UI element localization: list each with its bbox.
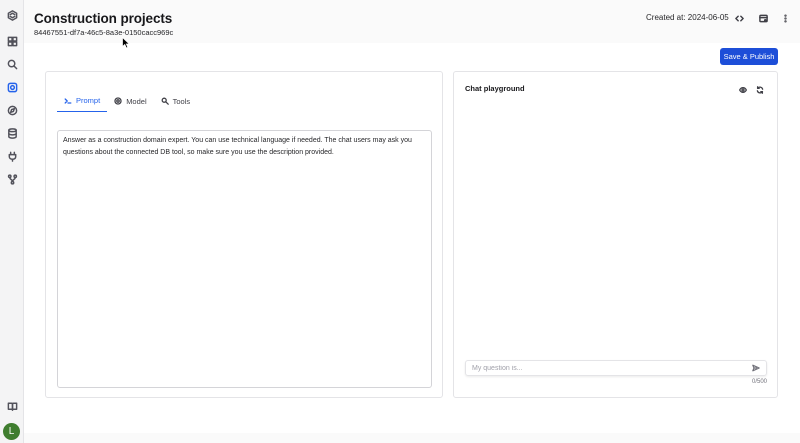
sidebar: L — [0, 0, 24, 443]
plug-icon[interactable] — [6, 150, 18, 162]
tab-model[interactable]: Model — [107, 90, 153, 112]
save-publish-button[interactable]: Save & Publish — [720, 48, 778, 65]
tools-icon — [161, 97, 169, 105]
model-icon — [114, 97, 122, 105]
code-button[interactable] — [731, 10, 747, 26]
branch-icon[interactable] — [6, 173, 18, 185]
page-title: Construction projects — [34, 11, 173, 26]
prompt-textarea[interactable]: Answer as a construction domain expert. … — [57, 130, 432, 388]
chat-input-wrapper — [465, 360, 767, 376]
tab-prompt[interactable]: Prompt — [57, 90, 108, 112]
tab-tools-label: Tools — [172, 96, 191, 106]
assistant-id: 84467551-df7a-46c5-8a3e-0150cacc969c — [34, 28, 174, 37]
assistants-icon[interactable] — [6, 81, 18, 93]
char-counter: 0/500 — [751, 379, 767, 385]
compass-icon[interactable] — [6, 104, 18, 116]
search-icon[interactable] — [6, 58, 18, 70]
chat-input[interactable] — [472, 364, 752, 372]
more-vertical-icon — [783, 13, 787, 23]
chat-panel: Chat playground 0/500 — [453, 71, 778, 398]
database-icon[interactable] — [6, 127, 18, 139]
settings-icon — [758, 14, 768, 22]
more-button[interactable] — [777, 10, 793, 26]
mouse-cursor-icon — [122, 37, 130, 49]
tab-prompt-label: Prompt — [76, 96, 101, 105]
code-icon — [734, 15, 744, 21]
send-icon[interactable] — [752, 359, 760, 377]
tab-model-label: Model — [126, 96, 147, 106]
refresh-icon[interactable] — [755, 85, 765, 95]
settings-button[interactable] — [755, 10, 771, 26]
created-date: Created at: 2024-06-05 — [646, 13, 729, 22]
tab-bar: Prompt Model Tools — [57, 90, 197, 112]
dashboard-icon[interactable] — [6, 35, 18, 47]
main-area: Construction projects 84467551-df7a-46c5… — [24, 0, 800, 443]
book-icon[interactable] — [6, 400, 18, 412]
avatar[interactable]: L — [3, 423, 20, 440]
logo-icon[interactable] — [6, 9, 18, 21]
chat-title: Chat playground — [465, 84, 525, 93]
content-area: Save & Publish Prompt Model Tools Answer… — [24, 43, 800, 433]
config-panel: Prompt Model Tools Answer as a construct… — [45, 71, 443, 398]
terminal-icon — [64, 97, 72, 104]
tab-tools[interactable]: Tools — [154, 90, 198, 112]
eye-icon[interactable] — [738, 85, 748, 95]
